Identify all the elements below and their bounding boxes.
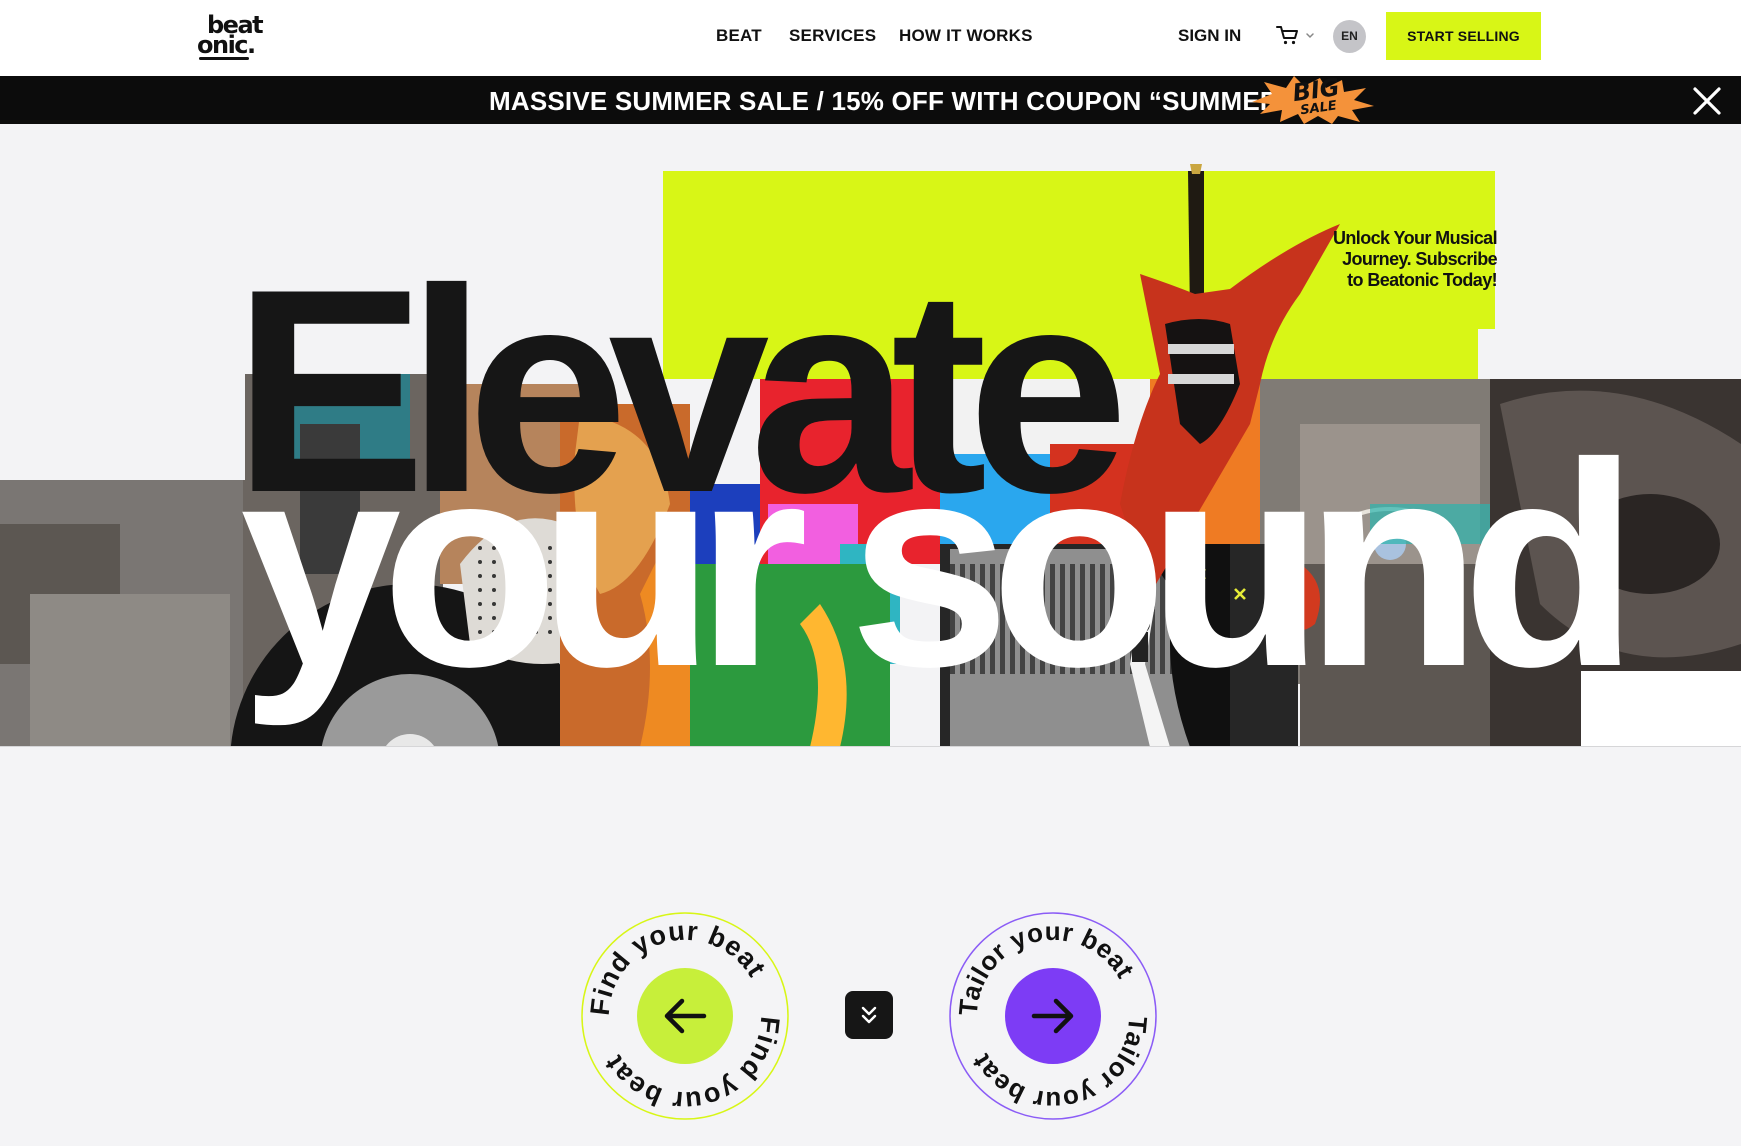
hero-title-line-2: your sound (240, 403, 1639, 727)
logo-underline (199, 57, 249, 60)
hero-tagline: Unlock Your Musical Journey. Subscribe t… (1333, 228, 1498, 290)
promo-banner: MASSIVE SUMMER SALE / 15% OFF WITH COUPO… (0, 73, 1741, 124)
site-header: beat onic. BEAT SERVICES HOW IT WORKS SI… (0, 0, 1741, 76)
sign-in-link[interactable]: SIGN IN (1178, 26, 1241, 46)
nav-link-how-it-works[interactable]: HOW IT WORKS (899, 26, 1033, 46)
double-chevron-down-icon (861, 1006, 877, 1024)
find-your-beat-button[interactable]: Find your beat Find your beat (580, 911, 790, 1121)
beatonic-logo[interactable]: beat onic. (197, 13, 264, 61)
hero-section: Elevate your sound Unlock Your Musical J… (0, 124, 1741, 747)
scroll-down-button[interactable] (845, 991, 893, 1039)
close-icon (1693, 87, 1721, 115)
tailor-your-beat-badge: Tailor your beat Tailor your beat (949, 912, 1157, 1120)
nav-link-services[interactable]: SERVICES (789, 26, 876, 46)
cart-icon (1276, 26, 1314, 45)
nav-link-beat[interactable]: BEAT (716, 26, 762, 46)
tailor-your-beat-button[interactable]: Tailor your beat Tailor your beat (948, 911, 1158, 1121)
chevron-down-icon (1306, 33, 1314, 39)
section-divider (0, 746, 1741, 747)
find-your-beat-badge: Find your beat Find your beat (581, 912, 789, 1120)
language-selector[interactable]: EN (1333, 20, 1366, 53)
promo-banner-text: MASSIVE SUMMER SALE / 15% OFF WITH COUPO… (489, 86, 1322, 116)
big-sale-badge: BIG SALE (1242, 73, 1382, 124)
close-banner-button[interactable] (1692, 86, 1722, 116)
start-selling-button[interactable]: START SELLING (1386, 12, 1541, 60)
cart-button[interactable] (1276, 25, 1316, 47)
page: beat onic. BEAT SERVICES HOW IT WORKS SI… (0, 0, 1741, 1146)
logo-text-line-2: onic. (197, 31, 256, 59)
